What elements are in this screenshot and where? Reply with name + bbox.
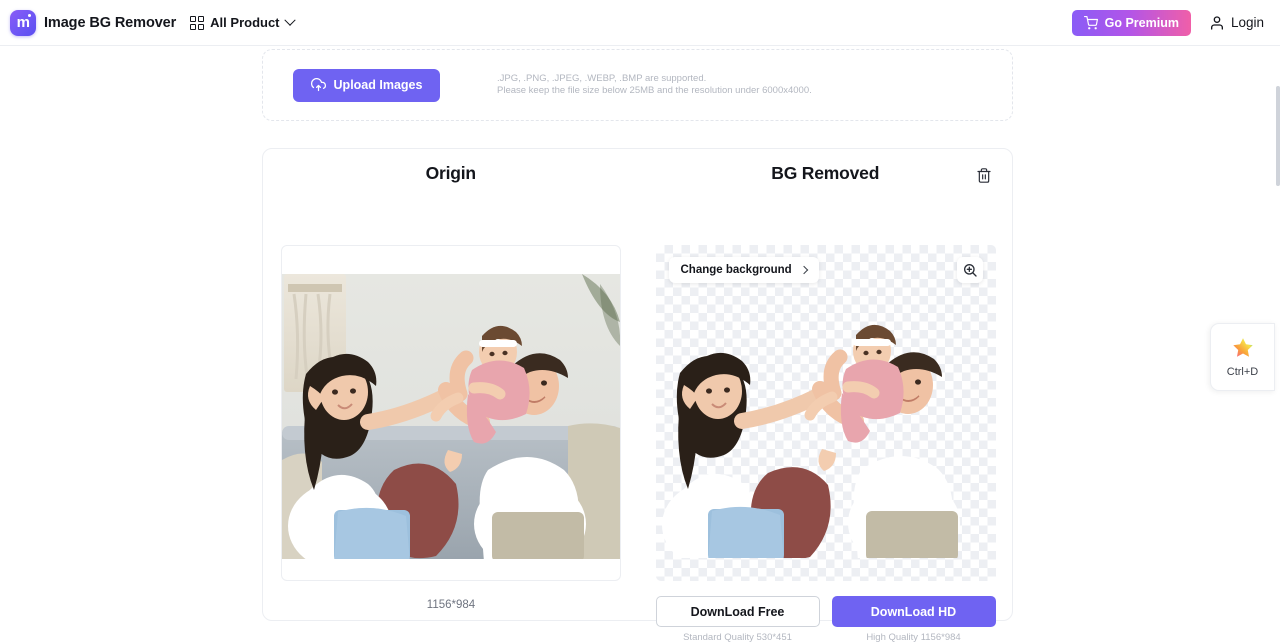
upload-note-line2: Please keep the file size below 25MB and… [497,85,812,96]
upload-format-note: .JPG, .PNG, .JPEG, .WEBP, .BMP are suppo… [497,73,812,97]
grid-icon [190,15,205,30]
login-label: Login [1230,15,1264,30]
change-background-label: Change background [680,264,792,276]
download-free-subtitle: Standard Quality 530*451 [683,632,792,643]
result-photo [661,324,960,558]
brand: m Image BG Remover [10,9,177,36]
result-card: Origin 1156*984 BG Removed Change backgr… [262,148,1013,643]
origin-pane-title: Origin [425,163,477,183]
scrollbar-thumb[interactable] [1276,86,1280,186]
login-button[interactable]: Login [1209,15,1264,31]
download-subtitles-row: Standard Quality 530*451 High Quality 11… [656,632,996,643]
result-pane: BG Removed Change background DownLoad Fr… [639,149,1013,643]
download-buttons-row: DownLoad Free DownLoad HD [655,596,996,627]
change-background-button[interactable]: Change background [668,257,819,283]
chevron-down-icon [283,14,296,26]
user-icon [1210,15,1223,30]
origin-image-frame [281,245,621,581]
logo-dot [28,13,31,17]
download-free-button[interactable]: DownLoad Free [655,596,820,627]
download-hd-button[interactable]: DownLoad HD [831,596,996,627]
page-body: Upload Images .JPG, .PNG, .JPEG, .WEBP, … [0,46,1280,643]
result-pane-title: BG Removed [771,163,880,183]
trash-icon [977,167,991,183]
cloud-upload-icon [310,77,326,91]
all-product-label: All Product [210,15,280,30]
panes-container: Origin 1156*984 BG Removed Change backgr… [263,149,1013,643]
go-premium-label: Go Premium [1104,15,1179,30]
upload-note-line1: .JPG, .PNG, .JPEG, .WEBP, .BMP are suppo… [497,73,707,84]
origin-pane: Origin 1156*984 [263,149,639,620]
result-image-frame: Change background [655,245,996,581]
all-product-menu[interactable]: All Product [190,14,296,30]
upload-dropzone[interactable]: Upload Images .JPG, .PNG, .JPEG, .WEBP, … [262,49,1013,121]
app-header: m Image BG Remover All Product Go Premiu… [0,0,1280,46]
origin-dimensions-label: 1156*984 [426,599,476,611]
upload-images-label: Upload Images [333,78,423,92]
star-icon [1232,338,1253,357]
zoom-preview-button[interactable] [956,257,983,283]
logo-letter: m [16,13,30,31]
zoom-in-icon [963,264,977,277]
chevron-right-icon [799,265,808,275]
page-title: Image BG Remover [44,14,177,31]
delete-button[interactable] [974,165,994,185]
download-hd-subtitle: High Quality 1156*984 [866,632,961,643]
upload-images-button[interactable]: Upload Images [293,68,440,102]
bookmark-shortcut-label: Ctrl+D [1226,366,1259,378]
header-actions: Go Premium Login [1071,9,1264,36]
app-logo-icon: m [10,9,36,36]
go-premium-button[interactable]: Go Premium [1071,9,1191,36]
cart-icon [1083,15,1098,29]
origin-photo [282,274,620,559]
bookmark-widget[interactable]: Ctrl+D [1210,323,1275,391]
